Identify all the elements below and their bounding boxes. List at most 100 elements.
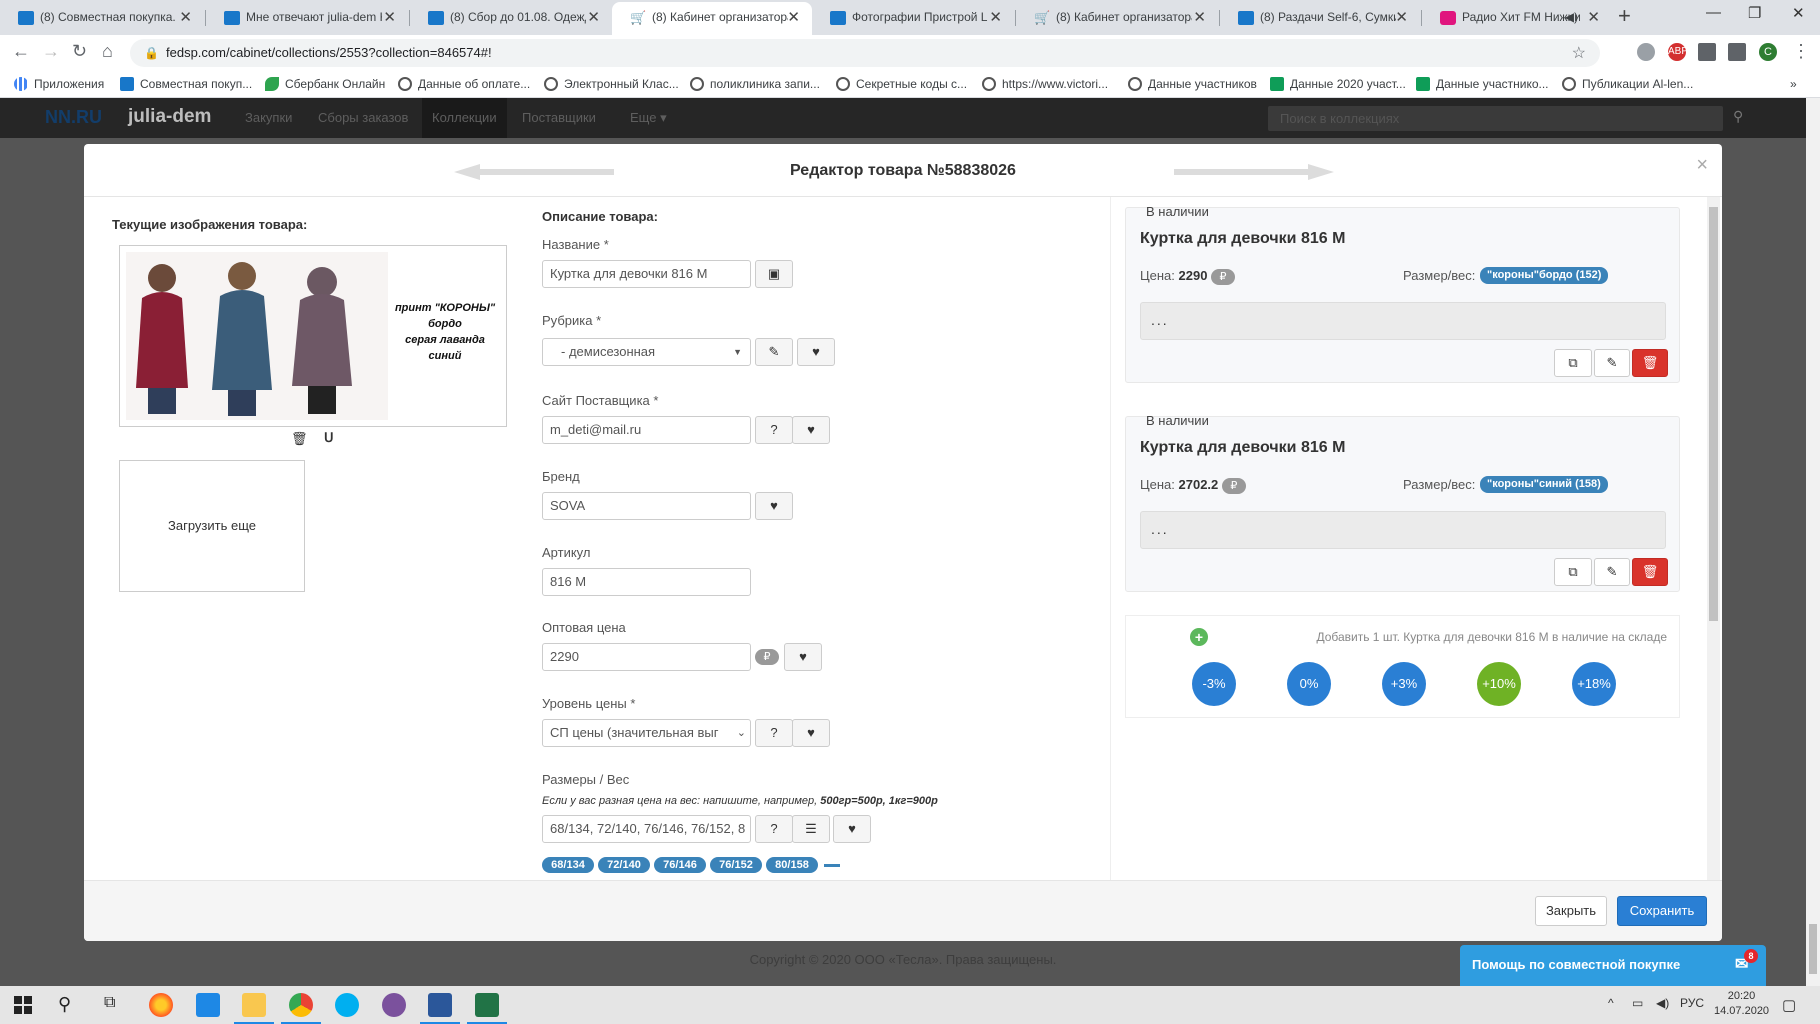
menu-icon[interactable]: ⋮	[1792, 41, 1810, 62]
close-button[interactable]: Закрыть	[1535, 896, 1607, 926]
supplier-input[interactable]: m_deti@mail.ru	[542, 416, 751, 444]
page-scrollbar[interactable]	[1806, 98, 1820, 986]
search-icon[interactable]: ⚲	[58, 994, 71, 1015]
list-icon-button[interactable]: ☰	[792, 815, 830, 843]
star-icon[interactable]: ☆	[1572, 43, 1586, 63]
bookmark[interactable]: Данные об оплате...	[398, 72, 530, 96]
magnet-icon[interactable]: Ս	[324, 430, 334, 446]
home-icon[interactable]: ⌂	[102, 41, 113, 62]
volume-icon[interactable]: ◀)	[1656, 996, 1669, 1010]
maximize-button[interactable]: ❐	[1748, 4, 1761, 22]
discount-button[interactable]: -3%	[1192, 662, 1236, 706]
edit-category-button[interactable]: ✎	[755, 338, 793, 366]
wholesale-price-input[interactable]: 2290	[542, 643, 751, 671]
help-widget[interactable]: Помощь по совместной покупке ✉ 8	[1460, 945, 1766, 987]
browser-tab[interactable]: Фотографии Пристрой Len ✕	[812, 2, 1014, 35]
nav-more[interactable]: Еще ▾	[630, 110, 667, 126]
firefox-icon[interactable]	[149, 993, 173, 1017]
copy-card-button[interactable]: ⧉	[1554, 349, 1592, 377]
close-tab-icon[interactable]: ✕	[383, 2, 396, 33]
upload-more-button[interactable]: Загрузить еще	[119, 460, 305, 592]
address-bar[interactable]: 🔒 fedsp.com/cabinet/collections/2553?col…	[130, 39, 1600, 67]
discount-button[interactable]: +10%	[1477, 662, 1521, 706]
favorite-brand-button[interactable]: ♥	[755, 492, 793, 520]
bookmark[interactable]: Совместная покуп...	[120, 72, 252, 96]
delete-image-icon[interactable]: 🗑	[291, 431, 308, 447]
profile-avatar[interactable]: C	[1759, 43, 1777, 61]
bookmark-apps[interactable]: Приложения	[14, 72, 104, 96]
close-tab-icon[interactable]: ✕	[1587, 2, 1600, 33]
card-comment-field[interactable]: ...	[1140, 302, 1666, 340]
adblock-icon[interactable]: ABP	[1668, 43, 1688, 61]
browser-tab[interactable]: (8) Совместная покупка. Ф ✕	[0, 2, 204, 35]
size-tag[interactable]: 72/140	[598, 857, 650, 873]
copy-card-button[interactable]: ⧉	[1554, 558, 1592, 586]
windows-start-icon[interactable]	[14, 996, 32, 1014]
size-tag[interactable]: 76/146	[654, 857, 706, 873]
site-title[interactable]: julia-dem	[128, 106, 211, 128]
reload-icon[interactable]: ↻	[72, 41, 87, 62]
browser-tab[interactable]: Радио Хит FM Нижний ◀) ✕	[1422, 2, 1612, 35]
bookmark[interactable]: Электронный Клас...	[544, 72, 679, 96]
next-product-arrow-icon[interactable]	[1174, 164, 1334, 180]
brand-input[interactable]: SOVA	[542, 492, 751, 520]
favorite-category-button[interactable]: ♥	[797, 338, 835, 366]
bookmark[interactable]: поликлиника запи...	[690, 72, 820, 96]
close-tab-icon[interactable]: ✕	[587, 2, 600, 33]
price-level-select[interactable]: СП цены (значительная выг ⌄	[542, 719, 751, 747]
category-select[interactable]: - демисезонная ▼	[542, 338, 751, 366]
discount-button[interactable]: +18%	[1572, 662, 1616, 706]
article-input[interactable]: 816 М	[542, 568, 751, 596]
sizes-help-button[interactable]: ?	[755, 815, 793, 843]
browser-tab[interactable]: (8) Раздачи Self-6, Сумки- ✕	[1220, 2, 1420, 35]
chrome-icon[interactable]	[281, 993, 321, 1024]
forward-icon[interactable]: →	[42, 41, 60, 62]
nav-order-collections[interactable]: Сборы заказов	[318, 110, 408, 125]
card-comment-field[interactable]: ...	[1140, 511, 1666, 549]
favorite-supplier-button[interactable]: ♥	[792, 416, 830, 444]
notifications-icon[interactable]: ▢	[1782, 996, 1796, 1014]
edit-card-button[interactable]: ✎	[1594, 349, 1630, 377]
nav-purchases[interactable]: Закупки	[245, 110, 292, 125]
nav-collections[interactable]: Коллекции	[422, 98, 507, 138]
supplier-help-button[interactable]: ?	[755, 416, 793, 444]
skype-icon[interactable]	[335, 993, 359, 1017]
save-button[interactable]: Сохранить	[1617, 896, 1707, 926]
window-close-button[interactable]: ✕	[1792, 4, 1805, 22]
edit-card-button[interactable]: ✎	[1594, 558, 1630, 586]
tray-expand-icon[interactable]: ^	[1608, 996, 1614, 1010]
playlist-icon[interactable]	[1728, 43, 1746, 61]
name-input[interactable]: Куртка для девочки 816 М	[542, 260, 751, 288]
close-tab-icon[interactable]: ✕	[1193, 2, 1206, 33]
bookmark[interactable]: Публикации Al-len...	[1562, 72, 1693, 96]
collections-search-input[interactable]: Поиск в коллекциях	[1268, 106, 1723, 131]
add-icon[interactable]: +	[1190, 628, 1208, 646]
modal-close-icon[interactable]: ×	[1696, 154, 1708, 177]
browser-tab[interactable]: Мне отвечают julia-dem К ✕	[206, 2, 408, 35]
bookmark[interactable]: Секретные коды с...	[836, 72, 967, 96]
speaker-icon[interactable]: ◀)	[1565, 2, 1578, 33]
browser-tab-active[interactable]: 🛒 (8) Кабинет организатора ✕	[612, 2, 812, 35]
favorite-price-level-button[interactable]: ♥	[792, 719, 830, 747]
delete-card-button[interactable]: 🗑	[1632, 349, 1668, 377]
site-logo[interactable]: NN.RU	[45, 107, 102, 128]
close-tab-icon[interactable]: ✕	[787, 2, 800, 33]
price-level-help-button[interactable]: ?	[755, 719, 793, 747]
right-panel-scrollbar[interactable]	[1707, 197, 1720, 880]
size-tag-more[interactable]	[824, 864, 840, 867]
new-tab-button[interactable]: +	[1618, 3, 1631, 29]
more-bookmarks-icon[interactable]: »	[1790, 72, 1797, 96]
size-tag[interactable]: 76/152	[710, 857, 762, 873]
discount-button[interactable]: 0%	[1287, 662, 1331, 706]
viber-icon[interactable]	[382, 993, 406, 1017]
close-tab-icon[interactable]: ✕	[989, 2, 1002, 33]
close-tab-icon[interactable]: ✕	[1395, 2, 1408, 33]
close-tab-icon[interactable]: ✕	[179, 2, 192, 33]
clock[interactable]: 20:20 14.07.2020	[1714, 989, 1769, 1019]
back-icon[interactable]: ←	[12, 41, 30, 62]
size-tag[interactable]: 68/134	[542, 857, 594, 873]
mail-app-icon[interactable]	[196, 993, 220, 1017]
excel-icon[interactable]	[467, 993, 507, 1024]
minimize-button[interactable]: —	[1706, 4, 1721, 21]
favorite-price-button[interactable]: ♥	[784, 643, 822, 671]
